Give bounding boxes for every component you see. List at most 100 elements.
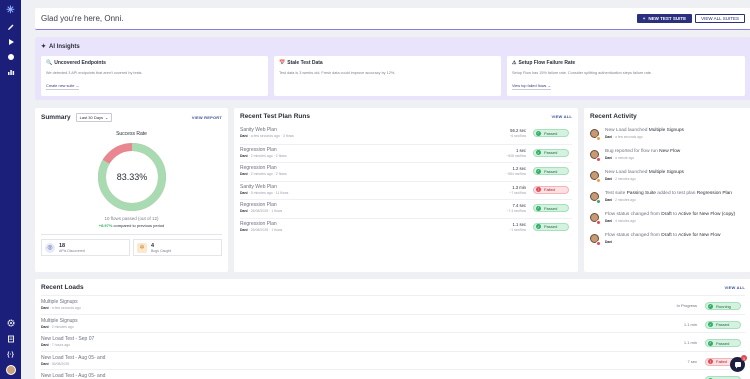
recent-loads-title: Recent Loads — [41, 284, 84, 291]
date-range-value: Last 30 Days — [79, 115, 103, 120]
status-badge: ✓ Running — [705, 302, 741, 310]
run-duration: 1.1 sec ~1 sec/flow — [509, 222, 526, 232]
gear-icon[interactable] — [6, 318, 15, 327]
table-row[interactable]: Sanity Web Plan Dani · a few seconds ago … — [240, 125, 572, 144]
check-icon: ✓ — [536, 205, 541, 211]
check-icon: ✓ — [708, 303, 713, 309]
table-row[interactable]: New Load Test - Aug 05- andDani✓Passed — [41, 369, 745, 379]
status-badge: ✓Passed — [533, 222, 569, 231]
load-meta: Dani · 7 hours ago — [41, 343, 745, 347]
run-time: 1.2 sec — [512, 166, 526, 171]
activity-mid: added to test plan — [655, 191, 697, 196]
run-per-flow: ~7.4 sec/flow — [506, 209, 526, 213]
table-row[interactable]: Multiple Signups Dani · 2 minutes ago 1.1 … — [41, 313, 745, 333]
chat-badge: 1 — [741, 355, 747, 361]
table-row[interactable]: New Load Test - Aug 05- and Dani · 06/08/… — [41, 350, 745, 370]
flows-change: +8.97% compared to previous period — [41, 223, 222, 228]
status-label: Passed — [544, 150, 558, 155]
status-badge: ✓Passed — [533, 129, 569, 137]
run-duration: 56.2 sec ~6 sec/flow — [509, 128, 526, 138]
activity-strong: Multiple Signups — [648, 128, 684, 133]
recent-activity-card: Recent Activity New Load launched Multip… — [584, 108, 750, 272]
list-item: New Load launched Multiple Signups Dani ·… — [590, 128, 745, 143]
load-name: Multiple Signups — [41, 317, 78, 324]
activity-text: New Load launched Multiple Signups — [605, 128, 684, 134]
activity-strong: Draft — [661, 212, 672, 217]
new-test-suite-label: NEW TEST SUITE — [648, 16, 687, 21]
status-label: Failed — [716, 359, 727, 364]
plus-icon: + — [642, 16, 646, 21]
view-all-suites-button[interactable]: VIEW ALL SUITES — [695, 14, 745, 23]
avatar — [590, 192, 601, 204]
load-meta-text: · a few seconds ago — [48, 306, 81, 310]
activity-strong: Passing Suite — [626, 191, 656, 196]
activity-meta: Dani · 4 minutes ago — [605, 219, 735, 223]
activity-content: Test suite Passing Suite added to test p… — [605, 191, 732, 206]
activity-text: Flow status changed from Draft to Active… — [605, 212, 735, 218]
table-row[interactable]: Multiple Signups Dani · a few seconds ago… — [41, 295, 745, 314]
insight-card-failure-rate: ⚠ Setup Flow Failure Rate Setup Flow has … — [507, 56, 745, 96]
activity-pre: New Load launched — [605, 128, 649, 133]
sparkle-icon: ✦ — [41, 44, 47, 50]
view-failed-flows-link[interactable]: View top failed flows → — [512, 84, 552, 90]
chat-button[interactable]: 1 — [730, 355, 747, 372]
insight-title: Uncovered Endpoints — [54, 60, 106, 66]
success-rate-donut: 83.33% — [97, 143, 166, 211]
chart-icon[interactable] — [6, 67, 15, 76]
activity-badge-icon — [596, 136, 601, 141]
circle-icon[interactable] — [6, 52, 15, 61]
run-per-flow: ~1 sec/flow — [509, 227, 526, 232]
check-icon: ✓ — [536, 150, 541, 155]
page-title: Glad you're here, Onni. — [41, 14, 124, 23]
pencil-icon[interactable] — [6, 22, 15, 31]
run-per-flow: ~6 sec/flow — [509, 134, 526, 138]
table-row[interactable]: Regression Plan Dani · 26/08/2025 · 1 flo… — [240, 217, 572, 237]
bugs-caught-stat: ✲ 4 Bugs Caught — [133, 239, 222, 256]
recent-runs-card: Recent Test Plan Runs VIEW ALL Sanity We… — [234, 108, 578, 272]
view-report-link[interactable]: VIEW REPORT — [192, 115, 222, 120]
ai-insights-title: ✦ AI Insights — [41, 43, 745, 51]
activity-meta: Dani · 2 minutes ago — [605, 177, 684, 181]
activity-meta: Dani · 2 minutes ago — [605, 198, 732, 202]
table-row[interactable]: Regression Plan Dani · 2 minutes ago · 2 … — [240, 162, 572, 181]
check-icon: ✓ — [536, 224, 541, 229]
activity-pre: Flow status changed from — [605, 212, 662, 217]
activity-meta: Dani · a few seconds ago — [605, 135, 684, 139]
load-status-text: In Progress — [676, 303, 697, 308]
bug-icon: ✲ — [137, 242, 147, 253]
load-user: Dani — [41, 306, 49, 310]
header: Glad you're here, Onni. + NEW TEST SUITE … — [35, 8, 750, 30]
document-icon[interactable] — [6, 334, 15, 343]
table-row[interactable]: New Load Test - Sep 07 Dani · 7 hours ago… — [41, 332, 745, 351]
view-all-loads-link[interactable]: VIEW ALL — [724, 285, 745, 290]
date-range-select[interactable]: Last 30 Days ⌄ — [75, 113, 113, 122]
play-icon[interactable] — [6, 37, 15, 46]
activity-content: Flow status changed from Draft to Active… — [605, 212, 735, 227]
run-per-flow: ~584 ms/flow — [506, 172, 526, 176]
run-time: 7.4 sec — [512, 203, 526, 208]
check-icon: ✓ — [708, 340, 713, 346]
run-user: Dani — [240, 134, 248, 138]
table-row[interactable]: Regression Plan Dani · 26/08/2025 · 1 flo… — [240, 199, 572, 218]
view-all-runs-link[interactable]: VIEW ALL — [551, 114, 572, 119]
run-per-flow: ~508 ms/flow — [506, 153, 526, 158]
table-row[interactable]: Regression Plan Dani · 2 minutes ago · 2 … — [240, 143, 572, 163]
status-badge: ✓Passed — [533, 167, 569, 175]
code-icon[interactable]: {·} — [6, 350, 15, 359]
status-label: Failed — [544, 187, 555, 192]
table-row[interactable]: Sanity Web Plan Dani · 5 minutes ago · 11… — [240, 180, 572, 200]
run-meta-text: · 26/08/2025 · 1 flows — [247, 227, 283, 232]
avatar[interactable] — [5, 365, 16, 375]
status-label: Passed — [716, 322, 730, 327]
avatar — [590, 171, 601, 183]
run-user: Dani — [240, 153, 248, 158]
chevron-down-icon: ⌄ — [104, 115, 109, 120]
activity-content: New Load launched Multiple Signups Dani ·… — [605, 170, 684, 185]
load-user: Dani — [41, 361, 49, 366]
logo-icon[interactable]: ✳ — [5, 5, 16, 16]
new-test-suite-button[interactable]: + NEW TEST SUITE — [636, 14, 693, 23]
bugs-label: Bugs Caught — [151, 248, 172, 253]
check-icon: ✓ — [536, 168, 541, 174]
avatar — [590, 213, 601, 225]
create-new-suite-link[interactable]: Create new suite → — [46, 84, 80, 90]
